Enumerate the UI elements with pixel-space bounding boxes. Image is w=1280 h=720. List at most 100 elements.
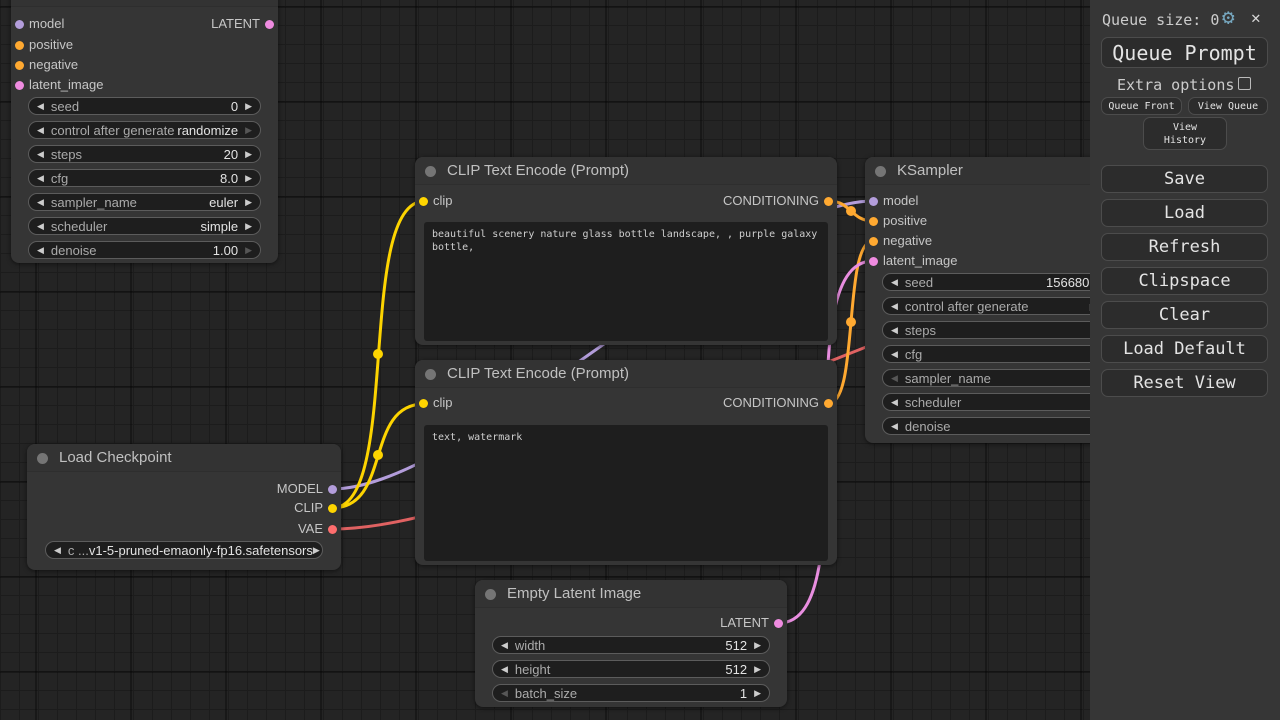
output-port-model[interactable]: MODEL [277, 480, 337, 498]
clear-button[interactable]: Clear [1101, 301, 1268, 329]
input-port-latent-image[interactable]: latent_image [869, 252, 957, 270]
port-dot-latent-icon[interactable] [869, 257, 878, 266]
port-dot-model-icon[interactable] [15, 20, 24, 29]
output-port-latent[interactable]: LATENT [211, 15, 274, 33]
input-port-positive[interactable]: positive [15, 36, 73, 54]
increment-arrow-icon[interactable]: ▶ [754, 664, 761, 675]
decrement-arrow-icon[interactable]: ◀ [37, 101, 44, 112]
output-port-vae[interactable]: VAE [298, 520, 337, 538]
input-port-latent-image[interactable]: latent_image [15, 76, 103, 94]
increment-arrow-icon[interactable]: ▶ [754, 688, 761, 699]
decrement-arrow-icon[interactable]: ◀ [891, 349, 898, 360]
widget-cfg[interactable]: ◀ cfg [882, 345, 1118, 363]
widget-steps[interactable]: ◀ steps [882, 321, 1118, 339]
port-dot-model-icon[interactable] [328, 485, 337, 494]
increment-arrow-icon[interactable]: ▶ [245, 221, 252, 232]
port-dot-clip-icon[interactable] [419, 197, 428, 206]
decrement-arrow-icon[interactable]: ◀ [501, 664, 508, 675]
decrement-arrow-icon[interactable]: ◀ [37, 245, 44, 256]
queue-front-button[interactable]: Queue Front [1101, 97, 1182, 115]
output-port-conditioning[interactable]: CONDITIONING [723, 394, 833, 412]
node-clip-text-encode-negative[interactable]: CLIP Text Encode (Prompt) clip CONDITION… [415, 360, 837, 565]
input-port-negative[interactable]: negative [15, 56, 78, 74]
node-collapse-dot[interactable] [875, 166, 886, 177]
node-header[interactable]: CLIP Text Encode (Prompt) [415, 360, 837, 388]
settings-gear-icon[interactable]: ⚙ [1222, 5, 1235, 29]
node-collapse-dot[interactable] [485, 589, 496, 600]
input-port-model[interactable]: model [869, 192, 918, 210]
clipspace-button[interactable]: Clipspace [1101, 267, 1268, 295]
increment-arrow-icon[interactable]: ▶ [245, 197, 252, 208]
widget-control-after-generate[interactable]: ◀ control after generate randomize [882, 297, 1118, 315]
prompt-textarea[interactable]: text, watermark [424, 425, 828, 561]
node-ksampler-left[interactable]: KSampler model positive negative latent_… [11, 0, 278, 263]
node-canvas[interactable]: KSampler model positive negative latent_… [0, 0, 1280, 720]
port-dot-latent-icon[interactable] [265, 20, 274, 29]
widget-sampler-name[interactable]: ◀ sampler_name [882, 369, 1118, 387]
increment-arrow-icon[interactable]: ▶ [245, 245, 252, 256]
input-port-model[interactable]: model [15, 15, 64, 33]
extra-options-checkbox[interactable] [1238, 77, 1251, 90]
queue-prompt-button[interactable]: Queue Prompt [1101, 37, 1268, 68]
prompt-textarea[interactable]: beautiful scenery nature glass bottle la… [424, 222, 828, 341]
load-button[interactable]: Load [1101, 199, 1268, 227]
input-port-clip[interactable]: clip [419, 192, 453, 210]
increment-arrow-icon[interactable]: ▶ [754, 640, 761, 651]
node-header[interactable]: KSampler [11, 0, 278, 7]
port-dot-conditioning-icon[interactable] [15, 61, 24, 70]
port-dot-latent-icon[interactable] [774, 619, 783, 628]
widget-denoise[interactable]: ◀ denoise [882, 417, 1118, 435]
previous-arrow-icon[interactable]: ◀ [54, 545, 61, 556]
node-header[interactable]: Load Checkpoint [27, 444, 341, 472]
load-default-button[interactable]: Load Default [1101, 335, 1268, 363]
decrement-arrow-icon[interactable]: ◀ [891, 421, 898, 432]
output-port-clip[interactable]: CLIP [294, 499, 337, 517]
input-port-positive[interactable]: positive [869, 212, 927, 230]
node-load-checkpoint[interactable]: Load Checkpoint MODEL CLIP VAE ◀ c ... v… [27, 444, 341, 570]
decrement-arrow-icon[interactable]: ◀ [37, 149, 44, 160]
increment-arrow-icon[interactable]: ▶ [245, 125, 252, 136]
decrement-arrow-icon[interactable]: ◀ [501, 688, 508, 699]
decrement-arrow-icon[interactable]: ◀ [501, 640, 508, 651]
decrement-arrow-icon[interactable]: ◀ [37, 221, 44, 232]
port-dot-conditioning-icon[interactable] [824, 399, 833, 408]
widget-ckpt-name[interactable]: ◀ c ... v1-5-pruned-emaonly-fp16.safeten… [45, 541, 323, 559]
widget-control-after-generate[interactable]: ◀ control after generate randomize ▶ [28, 121, 261, 139]
port-dot-clip-icon[interactable] [419, 399, 428, 408]
widget-denoise[interactable]: ◀ denoise 1.00 ▶ [28, 241, 261, 259]
input-port-clip[interactable]: clip [419, 394, 453, 412]
decrement-arrow-icon[interactable]: ◀ [891, 277, 898, 288]
next-arrow-icon[interactable]: ▶ [313, 545, 320, 556]
output-port-latent[interactable]: LATENT [720, 614, 783, 632]
view-history-button[interactable]: View History [1143, 117, 1227, 150]
decrement-arrow-icon[interactable]: ◀ [37, 125, 44, 136]
port-dot-conditioning-icon[interactable] [824, 197, 833, 206]
decrement-arrow-icon[interactable]: ◀ [891, 373, 898, 384]
widget-height[interactable]: ◀ height 512 ▶ [492, 660, 770, 678]
port-dot-conditioning-icon[interactable] [869, 237, 878, 246]
output-port-conditioning[interactable]: CONDITIONING [723, 192, 833, 210]
widget-seed[interactable]: ◀ seed 1566802087 [882, 273, 1118, 291]
decrement-arrow-icon[interactable]: ◀ [891, 325, 898, 336]
node-header[interactable]: Empty Latent Image [475, 580, 787, 608]
node-collapse-dot[interactable] [37, 453, 48, 464]
port-dot-conditioning-icon[interactable] [869, 217, 878, 226]
widget-batch-size[interactable]: ◀ batch_size 1 ▶ [492, 684, 770, 702]
node-clip-text-encode-positive[interactable]: CLIP Text Encode (Prompt) clip CONDITION… [415, 157, 837, 345]
decrement-arrow-icon[interactable]: ◀ [37, 197, 44, 208]
increment-arrow-icon[interactable]: ▶ [245, 149, 252, 160]
increment-arrow-icon[interactable]: ▶ [245, 173, 252, 184]
widget-steps[interactable]: ◀ steps 20 ▶ [28, 145, 261, 163]
node-collapse-dot[interactable] [425, 369, 436, 380]
port-dot-conditioning-icon[interactable] [15, 41, 24, 50]
port-dot-clip-icon[interactable] [328, 504, 337, 513]
decrement-arrow-icon[interactable]: ◀ [37, 173, 44, 184]
port-dot-model-icon[interactable] [869, 197, 878, 206]
save-button[interactable]: Save [1101, 165, 1268, 193]
view-queue-button[interactable]: View Queue [1188, 97, 1268, 115]
close-icon[interactable]: ✕ [1251, 8, 1261, 27]
node-empty-latent-image[interactable]: Empty Latent Image LATENT ◀ width 512 ▶ … [475, 580, 787, 707]
decrement-arrow-icon[interactable]: ◀ [891, 397, 898, 408]
port-dot-vae-icon[interactable] [328, 525, 337, 534]
reset-view-button[interactable]: Reset View [1101, 369, 1268, 397]
